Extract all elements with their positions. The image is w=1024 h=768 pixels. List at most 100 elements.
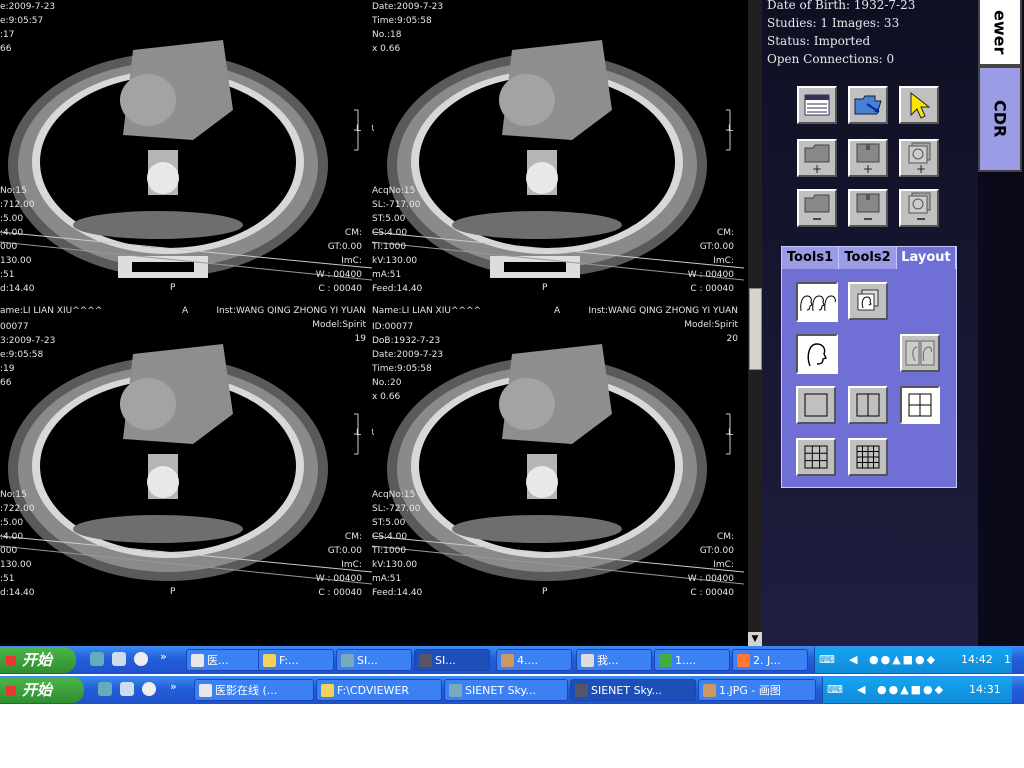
tray-icons[interactable]: ●●▲■●◆ [877,677,945,703]
tab-tools1[interactable]: Tools1 [782,247,839,269]
tray-expand-icon[interactable]: ◀ [849,647,857,673]
app-icon [659,654,672,667]
orientation-posterior-label: P [170,587,176,597]
study-list-button[interactable] [797,86,837,124]
head-profile-icon [807,343,827,367]
vertical-scrollbar[interactable]: ▼ [748,0,762,646]
tab-tools2[interactable]: Tools2 [839,247,897,269]
overlay-bl: CS:4.00 [372,228,408,238]
overlay-tl: 3:2009-7-23 [0,336,56,346]
overlay-inst: Inst:WANG QING ZHONG YI YUAN [588,306,738,316]
taskbar-background-screenshot: 开始 » 医影在线 (... F:\CDVIEWER SIENET Sky... SI… [0,676,1024,704]
overlay-tl: 66 [0,44,12,54]
overlay-bl: kV:130.00 [372,560,418,570]
media-player-icon[interactable] [142,682,156,696]
overlay-br: ImC: [341,560,362,570]
taskbar-button[interactable]: 我... [576,649,652,671]
taskbar-button-label: 1.... [675,654,696,667]
quicklaunch-more-icon[interactable]: » [160,650,167,663]
taskbar-button[interactable]: 1.... [654,649,730,671]
show-desktop-icon[interactable] [98,682,112,696]
layout-1x2-button[interactable] [848,386,888,424]
ct-image-cell[interactable]: e:2009-7-23 e:9:05:57:17 66 No:15:712.00:5.… [0,0,372,300]
scroll-down-arrow[interactable]: ▼ [748,632,762,646]
ct-image-cell[interactable]: 00077 3:2009-7-23 e:9:05:58:19 66 No:15:722.… [0,304,372,604]
overlay-tl: No.:18 [372,30,402,40]
taskbar-button[interactable]: SI... [336,649,412,671]
overlay-bl: ST:5.00 [372,518,406,528]
app-icon [449,684,462,697]
show-desktop-icon[interactable] [90,652,104,666]
taskbar-button[interactable]: 医影在线 (... [194,679,314,701]
media-player-icon[interactable] [134,652,148,666]
date-of-birth: Date of Birth: 1932-7-23 [767,0,916,12]
remove-folder-button[interactable] [797,189,837,227]
overlay-tl: x 0.66 [372,392,401,402]
folder-add-icon: + [804,144,830,174]
overlay-tl: No.:20 [372,378,402,388]
add-series-button[interactable]: + [848,139,888,177]
tab-cdr[interactable]: CDR [978,66,1022,172]
layout-series-single-button[interactable] [848,282,888,320]
multi-head-icon [800,295,836,312]
layout-compare-button[interactable] [900,334,940,372]
start-label-2: 开始 [22,681,53,699]
overlay-br: ImC: [341,256,362,266]
taskbar-button[interactable]: SIENET Sky... [444,679,568,701]
taskbar-button[interactable]: 2. J... [732,649,808,671]
tab-viewer[interactable]: ewer [978,0,1022,66]
ct-image-cell[interactable]: ID:00077 DoB:1932-7-23 Date:2009-7-23 Time:… [372,304,744,604]
open-folder-button[interactable] [848,86,888,124]
tray-expand-icon[interactable]: ◀ [857,677,865,703]
taskbar-button[interactable]: SIENET Sky... [570,679,696,701]
layout-1x1-button[interactable] [796,386,836,424]
taskbar-button[interactable]: 4.... [496,649,572,671]
overlay-tl: Date:2009-7-23 [372,2,444,12]
taskbar-button[interactable]: F:... [258,649,334,671]
keyboard-icon[interactable]: ⌨ [819,647,835,673]
tab-layout[interactable]: Layout [897,247,956,269]
overlay-bl: ST:5.00 [372,214,406,224]
taskbar-current: 开始 » 医... F:... SI... SI... 4.... 我... 1.... 2.… [0,646,1024,674]
series-add-icon: + [856,143,880,174]
overlay-num: 19 [354,334,366,344]
browser-quicklaunch-icon[interactable] [120,682,134,696]
svg-text:+: + [812,162,822,174]
taskbar-button[interactable]: 1.JPG - 画图 [698,679,816,701]
add-image-button[interactable]: + [899,139,939,177]
taskbar-button[interactable]: F:\CDVIEWER [316,679,442,701]
pointer-arrow-icon [910,91,931,119]
app-icon [199,684,212,697]
quicklaunch-more-icon[interactable]: » [170,680,177,693]
overlay-br: W : 00400 [687,270,734,280]
taskbar-button[interactable]: 医... [186,649,262,671]
layout-series-multi-button[interactable] [796,282,838,322]
start-button-2[interactable]: 开始 [0,677,84,703]
clock: 14:42 [961,653,993,666]
start-button[interactable]: 开始 [0,647,76,673]
scrollbar-thumb[interactable] [749,288,762,370]
layout-3x3-button[interactable] [796,438,836,476]
overlay-br: CM: [344,532,362,542]
tray-icons[interactable]: ●●▲■●◆ [869,647,937,673]
add-folder-button[interactable]: + [797,139,837,177]
overlay-model: Model:Spirit [312,320,366,330]
overlay-br: W : 00400 [315,270,362,280]
layout-image-single-button[interactable] [796,334,838,374]
remove-series-button[interactable] [848,189,888,227]
layout-4x4-button[interactable] [848,438,888,476]
side-tab-strip: ewer CDR [978,0,1024,646]
taskbar-button[interactable]: SI... [414,649,490,671]
select-pointer-button[interactable] [899,86,939,124]
ct-slice-image [372,40,744,281]
overlay-top_left: ame:LI LIAN XIU^^^^ [0,306,103,316]
ct-image-cell[interactable]: Date:2009-7-23 Time:9:05:58 No.:18 x 0.66 Ac… [372,0,744,300]
control-panel: Date of Birth: 1932-7-23 Studies: 1 Imag… [762,0,978,646]
orientation-left-label: L [728,428,734,438]
layout-2x2-button[interactable] [900,386,940,424]
overlay-bl: :5.00 [0,214,24,224]
keyboard-icon[interactable]: ⌨ [827,677,843,703]
browser-quicklaunch-icon[interactable] [112,652,126,666]
grid-2x2-icon [908,393,932,417]
remove-image-button[interactable] [899,189,939,227]
